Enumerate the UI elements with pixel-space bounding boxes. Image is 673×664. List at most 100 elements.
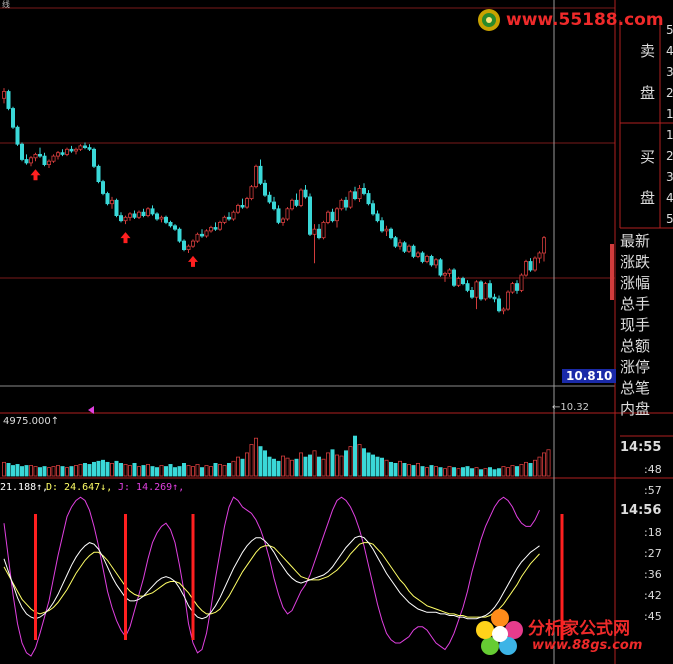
candle-body [33, 153, 38, 159]
candle-body [42, 155, 47, 166]
buy-arrow-icon [30, 169, 41, 181]
low-price-marker: ←10.32 [552, 402, 590, 413]
volume-bar [6, 462, 11, 477]
kdj-d-value: D: 24.647↓, [46, 482, 113, 493]
volume-bar [267, 456, 272, 477]
volume-bar [123, 464, 128, 477]
candle-body [110, 199, 115, 205]
candle-body [339, 199, 344, 210]
candle-body [276, 208, 281, 223]
candle-body [177, 228, 182, 242]
watermark-top: www.55188.com [474, 6, 664, 34]
candle-body [460, 278, 465, 284]
candle-body [74, 148, 79, 152]
volume-bar [321, 458, 326, 477]
candle-body [289, 199, 294, 210]
kdj-j-value: J: 14.269↑, [118, 482, 185, 493]
candle-body [258, 165, 263, 184]
candle-body [478, 281, 483, 300]
volume-bar [213, 462, 218, 477]
volume-bar [438, 467, 443, 477]
field-total-amount: 总额 [620, 337, 651, 355]
kdj-k-value: 21.188↑, [0, 482, 49, 493]
volume-bar [469, 468, 474, 477]
volume-bar [424, 467, 429, 477]
candle-body [510, 283, 515, 293]
volume-bar [199, 467, 204, 477]
field-inner-volume: 内盘 [620, 400, 651, 418]
candle-body [474, 281, 479, 298]
volume-bar [483, 468, 488, 477]
volume-bar [528, 462, 533, 477]
volume-bar [546, 449, 551, 477]
candle-body [28, 157, 33, 164]
volume-bar [375, 456, 380, 477]
volume-bar [465, 466, 470, 477]
volume-bar [262, 450, 267, 477]
volume-bar [217, 464, 222, 477]
kdj-d-line [3, 542, 540, 618]
volume-bar [456, 468, 461, 477]
candle-body [298, 189, 303, 206]
tick-price-2: :57 [644, 484, 662, 497]
candle-body [240, 204, 245, 208]
volume-bar [177, 466, 182, 477]
volume-bar [204, 465, 209, 477]
volume-bar [289, 459, 294, 477]
volume-bar [38, 467, 43, 477]
volume-bar [348, 446, 353, 477]
candle-body [542, 237, 547, 254]
volume-bar [110, 462, 115, 477]
candle-body [96, 165, 101, 183]
volume-bar [496, 468, 501, 477]
volume-bar [231, 460, 236, 477]
candle-body [447, 269, 452, 274]
candle-body [154, 213, 159, 220]
volume-bar [83, 462, 88, 477]
candle-body [38, 153, 43, 157]
volume-bar [132, 462, 137, 477]
candle-body [235, 204, 240, 213]
field-total-volume: 总手 [620, 295, 651, 313]
candle-body [69, 148, 74, 152]
volume-bar [451, 467, 456, 477]
candle-body [528, 261, 533, 271]
volume-bar [325, 452, 330, 477]
volume-bar [343, 450, 348, 477]
candle-body [222, 216, 227, 223]
buy-label-1: 买 [640, 148, 656, 166]
buy-label-2: 盘 [640, 189, 656, 207]
candle-body [524, 261, 529, 276]
volume-bar [276, 460, 281, 477]
candle-body [321, 221, 326, 239]
volume-bar [515, 466, 520, 477]
volume-bar [96, 460, 101, 477]
volume-bar [316, 456, 321, 477]
candle-body [208, 227, 213, 232]
candle-body [15, 126, 20, 145]
candle-body [469, 289, 474, 298]
candle-body [402, 242, 407, 252]
candle-body [199, 233, 204, 237]
volume-bar [361, 448, 366, 477]
volume-bar [101, 459, 106, 477]
candle-body [366, 193, 371, 205]
candle-body [433, 259, 438, 266]
candle-body [515, 283, 520, 291]
stock-chart[interactable] [0, 0, 673, 664]
volume-bar [141, 465, 146, 477]
volume-bar [339, 455, 344, 477]
candle-body [145, 208, 150, 217]
candle-body [141, 211, 146, 216]
candle-body [119, 215, 124, 222]
tick-price-5: :36 [644, 568, 662, 581]
candle-body [438, 259, 443, 276]
candle-body [105, 193, 110, 205]
candle-body [388, 228, 393, 239]
buy-arrow-icon [120, 232, 131, 244]
candle-body [348, 191, 353, 208]
candle-body [316, 228, 321, 239]
candle-body [83, 145, 88, 148]
tick-price-1: :48 [644, 463, 662, 476]
candle-body [370, 203, 375, 215]
